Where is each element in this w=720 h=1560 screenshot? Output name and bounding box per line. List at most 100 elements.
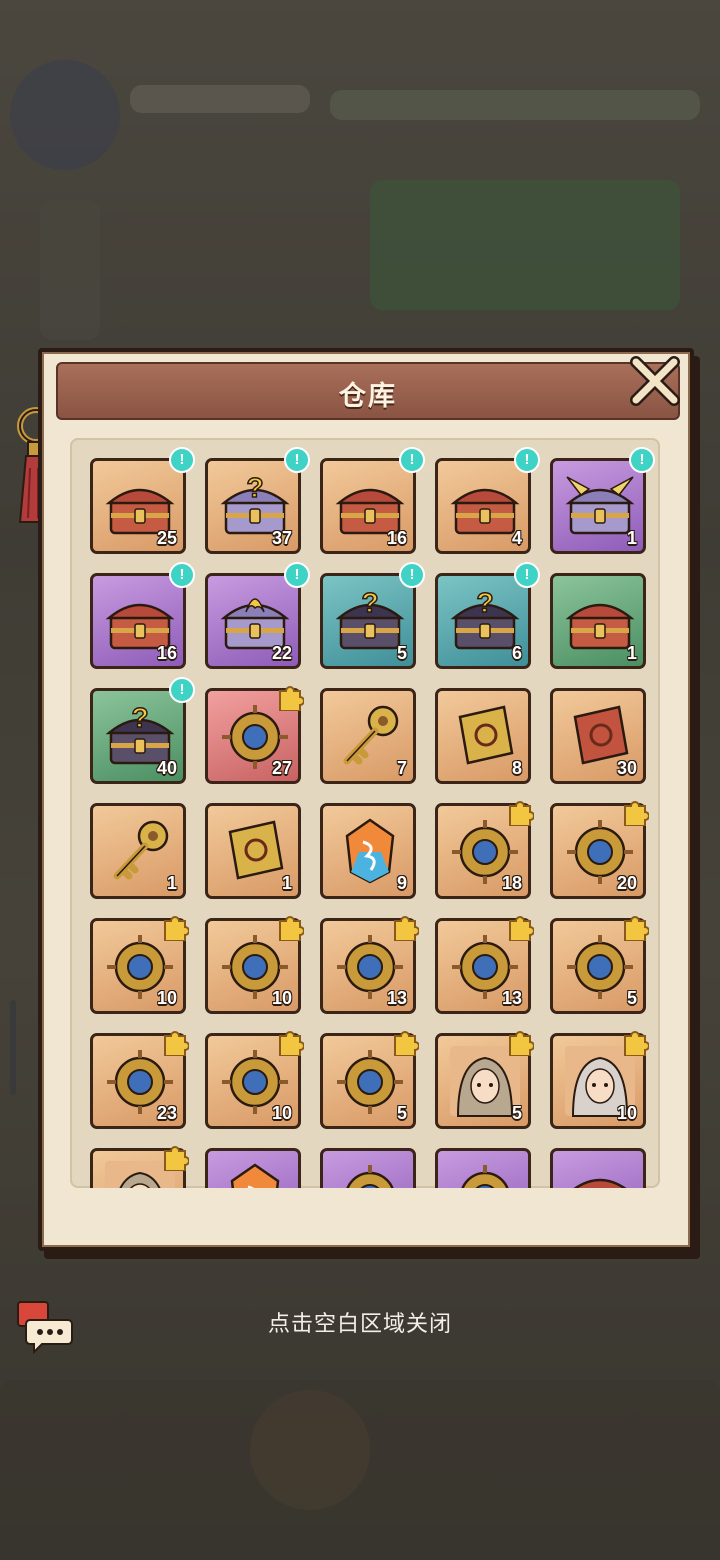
warehouse-panel: 仓库 25! ? 37! 16! 4 ! 1 ! 16 ! 22 ! ? 5 !… — [38, 348, 694, 1251]
item-count: 6 — [511, 643, 522, 663]
notification-badge: ! — [514, 562, 540, 588]
item-count: 10 — [271, 988, 292, 1008]
item-slot[interactable]: 1! — [550, 447, 655, 554]
item-count: 1 — [281, 873, 292, 893]
item-count: 13 — [386, 988, 407, 1008]
item-slot[interactable]: 16! — [320, 447, 425, 554]
item-slot[interactable] — [90, 1146, 189, 1188]
item-slot[interactable]: 10 — [90, 916, 189, 1014]
item-slot[interactable]: ? 40! — [90, 677, 195, 784]
item-slot[interactable]: 20 — [550, 801, 649, 899]
item-count: 20 — [616, 873, 637, 893]
notification-badge: ! — [284, 562, 310, 588]
item-slot[interactable] — [320, 1148, 416, 1188]
side-scroll-handle[interactable] — [10, 1000, 16, 1095]
notification-badge: ! — [399, 447, 425, 473]
item-count: 1 — [166, 873, 177, 893]
puzzle-piece-icon — [279, 1031, 304, 1056]
close-hint-text: 点击空白区域关闭 — [267, 1311, 452, 1336]
item-count: 18 — [501, 873, 522, 893]
puzzle-piece-icon — [164, 1031, 189, 1056]
item-count: 4 — [511, 528, 522, 548]
item-slot[interactable]: 23 — [90, 1031, 189, 1129]
puzzle-piece-icon — [624, 916, 649, 941]
item-count: 1 — [626, 643, 637, 663]
item-slot[interactable]: 7 — [320, 688, 416, 784]
item-count: 25 — [156, 528, 177, 548]
item-grid[interactable]: 25! ? 37! 16! 4! 1! 16 ! 22 ! ? 5 ! ? 6 … — [70, 438, 660, 1188]
page-title: 仓库 — [339, 381, 397, 411]
puzzle-piece-icon — [394, 1031, 419, 1056]
item-count: 16 — [156, 643, 177, 663]
svg-text:?: ? — [476, 587, 493, 618]
close-icon[interactable] — [628, 354, 682, 408]
item-count: 10 — [271, 1103, 292, 1123]
item-slot[interactable]: 5 — [435, 1031, 534, 1129]
crystal-icon — [230, 1163, 280, 1188]
item-count: 7 — [396, 758, 407, 778]
item-slot[interactable]: 25! — [90, 447, 195, 554]
item-count: 13 — [501, 988, 522, 1008]
item-slot[interactable]: 30 — [550, 688, 646, 784]
puzzle-piece-icon — [509, 801, 534, 826]
notification-badge: ! — [399, 562, 425, 588]
item-slot[interactable] — [205, 1148, 301, 1188]
item-count: 8 — [511, 758, 522, 778]
puzzle-piece-icon — [279, 686, 304, 711]
item-slot[interactable]: ? 6! — [435, 562, 540, 669]
item-slot[interactable]: 8 — [435, 688, 531, 784]
notification-badge: ! — [629, 447, 655, 473]
svg-text:?: ? — [361, 587, 378, 618]
item-slot[interactable]: 18 — [435, 801, 534, 899]
svg-text:?: ? — [131, 702, 148, 733]
puzzle-piece-icon — [624, 1031, 649, 1056]
notification-badge: ! — [169, 447, 195, 473]
item-slot[interactable]: 22! — [205, 562, 310, 669]
notification-badge: ! — [169, 677, 195, 703]
notification-badge: ! — [514, 447, 540, 473]
puzzle-piece-icon — [509, 916, 534, 941]
item-count: 23 — [156, 1103, 177, 1123]
item-slot[interactable]: 13 — [320, 916, 419, 1014]
item-slot[interactable]: 16! — [90, 562, 195, 669]
puzzle-piece-icon — [164, 916, 189, 941]
item-slot[interactable]: 10 — [205, 1031, 304, 1129]
item-count: 1 — [626, 528, 637, 548]
svg-text:?: ? — [246, 472, 263, 503]
item-slot[interactable]: 5 — [320, 1031, 419, 1129]
item-slot[interactable]: 9 — [320, 803, 416, 899]
item-count: 40 — [156, 758, 177, 778]
item-slot[interactable]: 1 — [205, 803, 301, 899]
notification-badge: ! — [284, 447, 310, 473]
item-slot[interactable]: 10 — [205, 916, 304, 1014]
item-count: 5 — [396, 1103, 407, 1123]
item-slot[interactable] — [550, 1148, 646, 1188]
item-count: 10 — [616, 1103, 637, 1123]
item-slot[interactable] — [435, 1148, 531, 1188]
item-slot[interactable]: 10 — [550, 1031, 649, 1129]
item-slot[interactable]: 1 — [90, 803, 186, 899]
puzzle-piece-icon — [279, 916, 304, 941]
item-count: 30 — [616, 758, 637, 778]
item-slot[interactable]: 5 — [550, 916, 649, 1014]
item-count: 5 — [626, 988, 637, 1008]
chat-bubble-icon[interactable] — [14, 1296, 74, 1356]
puzzle-piece-icon — [164, 1146, 189, 1171]
item-count: 27 — [271, 758, 292, 778]
item-count: 22 — [271, 643, 292, 663]
item-count: 5 — [511, 1103, 522, 1123]
panel-header: 仓库 — [56, 362, 680, 420]
item-slot[interactable]: ? 37! — [205, 447, 310, 554]
item-count: 16 — [386, 528, 407, 548]
compass-icon — [346, 1165, 394, 1188]
item-count: 9 — [396, 873, 407, 893]
item-slot[interactable]: 1 — [550, 573, 646, 669]
item-count: 10 — [156, 988, 177, 1008]
red-chest-icon — [573, 1178, 627, 1188]
notification-badge: ! — [169, 562, 195, 588]
item-slot[interactable]: 27 — [205, 686, 304, 784]
item-slot[interactable]: 4! — [435, 447, 540, 554]
item-slot[interactable]: 13 — [435, 916, 534, 1014]
item-slot[interactable]: ? 5! — [320, 562, 425, 669]
medal-icon — [461, 1165, 509, 1188]
